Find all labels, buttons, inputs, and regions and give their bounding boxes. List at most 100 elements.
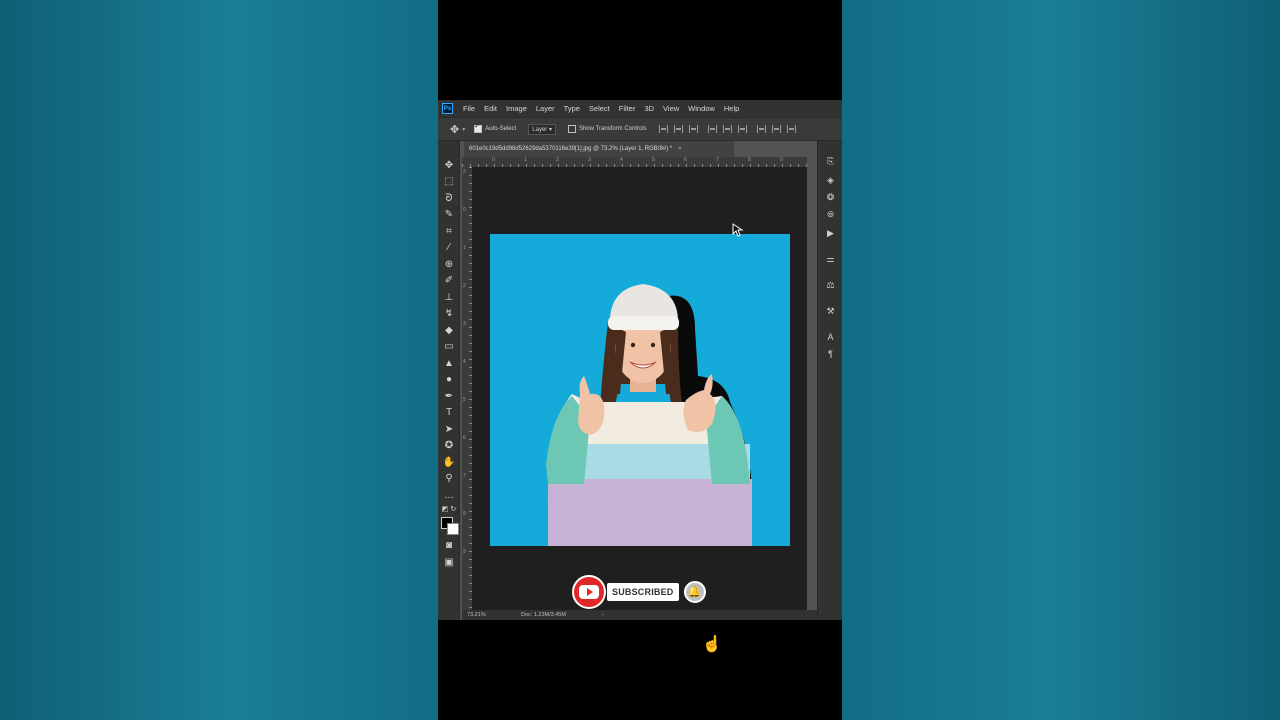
menu-select[interactable]: Select — [589, 104, 610, 113]
show-transform-label: Show Transform Controls — [578, 126, 647, 132]
align-buttons-group — [658, 125, 698, 133]
quick-select-icon[interactable]: ✎ — [441, 208, 457, 222]
adjustments-icon[interactable]: ⚖ — [824, 279, 837, 291]
dodge-icon[interactable]: ● — [441, 373, 457, 387]
healing-icon[interactable]: ⊕ — [441, 258, 457, 272]
menu-edit[interactable]: Edit — [484, 104, 497, 113]
menu-help[interactable]: Help — [724, 104, 739, 113]
path-select-icon[interactable]: ➤ — [441, 423, 457, 437]
auto-select-checkbox[interactable] — [474, 122, 483, 133]
youtube-logo-icon[interactable] — [572, 575, 606, 609]
menu-bar: Ps File Edit Image Layer Type Select Fil… — [438, 100, 842, 117]
bell-icon[interactable]: 🔔 — [683, 581, 706, 603]
zoom-icon[interactable]: ⚲ — [441, 472, 457, 486]
menu-file[interactable]: File — [463, 104, 475, 113]
pen-icon[interactable]: ✒ — [441, 390, 457, 404]
menu-view[interactable]: View — [663, 104, 679, 113]
image-canvas[interactable] — [490, 234, 790, 546]
horizontal-ruler[interactable]: 0 1 2 3 4 5 6 7 8 9 — [462, 157, 807, 167]
layers-icon[interactable]: ◈ — [824, 174, 837, 186]
auto-select-target-select[interactable]: Layer ▾ — [528, 123, 556, 135]
align-left-icon[interactable] — [658, 125, 668, 133]
distribute-middle-icon[interactable] — [771, 125, 781, 133]
more-icon[interactable]: … — [441, 489, 457, 503]
menu-layer[interactable]: Layer — [536, 104, 555, 113]
hand-pointer-icon: ☝ — [702, 636, 722, 653]
subscribe-overlay: SUBSCRIBED 🔔 — [572, 575, 706, 609]
properties-icon[interactable]: ⚌ — [824, 253, 837, 265]
ruler-v-label: 6 — [463, 435, 466, 441]
ruler-v-label: 8 — [463, 511, 466, 517]
background-color-swatch[interactable] — [447, 523, 459, 535]
ruler-v-label: 3 — [463, 321, 466, 327]
lasso-icon[interactable]: ᘐ — [441, 192, 457, 206]
ruler-v-label: 4 — [463, 359, 466, 365]
distribute-top-icon[interactable] — [756, 125, 766, 133]
brush-settings-icon[interactable]: ⚒ — [824, 305, 837, 317]
align-bottom-icon[interactable] — [737, 125, 747, 133]
status-menu-arrow-icon[interactable]: › — [602, 610, 604, 620]
screen-mode-icon[interactable]: ▣ — [441, 556, 457, 570]
gradient-icon[interactable]: ▭ — [441, 340, 457, 354]
type-icon[interactable]: T — [441, 406, 457, 420]
move-icon[interactable]: ✥ — [441, 159, 457, 173]
ruler-v-label: 2 — [463, 283, 466, 289]
paragraph-icon[interactable]: ¶ — [824, 348, 837, 360]
document-size: Doc: 1.23M/3.45M — [521, 612, 566, 618]
menu-window[interactable]: Window — [688, 104, 715, 113]
eraser-icon[interactable]: ◆ — [441, 324, 457, 338]
hand-left — [578, 376, 605, 435]
show-transform-checkbox[interactable] — [567, 125, 576, 133]
align-middle-icon[interactable] — [722, 125, 732, 133]
menu-image[interactable]: Image — [506, 104, 527, 113]
menu-3d[interactable]: 3D — [644, 104, 654, 113]
ruler-v-label: 2 — [463, 169, 466, 175]
beanie-cuff — [608, 316, 679, 330]
menu-type[interactable]: Type — [564, 104, 580, 113]
character-icon[interactable]: A — [824, 331, 837, 343]
close-icon[interactable]: × — [678, 146, 682, 152]
ruler-h-label: 3 — [588, 157, 591, 163]
history-icon[interactable]: ⎘ — [824, 155, 837, 167]
ruler-h-label: 5 — [652, 157, 655, 163]
shape-icon[interactable]: ✪ — [441, 439, 457, 453]
eye-left — [630, 342, 636, 348]
panel-dock: ⎘ ◈ ❂ ⊚ ▶ ⚌ ⚖ ⚒ A ¶ — [817, 141, 842, 620]
channels-icon[interactable]: ❂ — [824, 191, 837, 203]
align-top-icon[interactable] — [707, 125, 717, 133]
eyedropper-icon[interactable]: ⁄ — [441, 241, 457, 255]
zoom-level[interactable]: 73.21% — [467, 610, 486, 620]
ruler-h-label: 4 — [620, 157, 623, 163]
move-tool-preset-icon[interactable]: ✥ — [450, 123, 459, 136]
actions-icon[interactable]: ▶ — [824, 227, 837, 239]
status-bar: 73.21% Doc: 1.23M/3.45M › — [462, 610, 817, 620]
brush-icon[interactable]: ✐ — [441, 274, 457, 288]
align-center-icon[interactable] — [673, 125, 683, 133]
menu-filter[interactable]: Filter — [619, 104, 636, 113]
ruler-v-label: 9 — [463, 549, 466, 555]
subscribed-button[interactable]: SUBSCRIBED — [607, 583, 679, 601]
history-brush-icon[interactable]: ↯ — [441, 307, 457, 321]
distribute-group — [756, 125, 796, 133]
ruler-h-label: 8 — [748, 157, 751, 163]
default-colors-icon[interactable]: ◩ ↻ — [441, 503, 457, 517]
paths-icon[interactable]: ⊚ — [824, 208, 837, 220]
document-tab-title: 601e0c19d5dd98d52629da5370116e39[1].jpg … — [469, 146, 673, 152]
vertical-ruler[interactable]: 2 0 1 2 3 4 5 6 7 8 9 — [462, 167, 472, 610]
align-right-icon[interactable] — [688, 125, 698, 133]
stamp-icon[interactable]: ⊥ — [441, 291, 457, 305]
marquee-icon[interactable]: ⬚ — [441, 175, 457, 189]
distribute-bottom-icon[interactable] — [786, 125, 796, 133]
ruler-h-label: 7 — [716, 157, 719, 163]
ruler-v-label: 0 — [463, 207, 466, 213]
hand-icon[interactable]: ✋ — [441, 456, 457, 470]
quick-mask-icon[interactable]: ◙ — [441, 539, 457, 553]
ruler-h-label: 1 — [524, 157, 527, 163]
blur-icon[interactable]: ▲ — [441, 357, 457, 371]
auto-select-label: Auto-Select — [485, 126, 517, 132]
document-pasteboard[interactable] — [472, 167, 807, 610]
crop-icon[interactable]: ⌗ — [441, 225, 457, 239]
ruler-h-label: 9 — [780, 157, 783, 163]
chevron-down-icon[interactable]: ▾ — [462, 126, 465, 133]
document-tab[interactable]: 601e0c19d5dd98d52629da5370116e39[1].jpg … — [464, 141, 734, 157]
